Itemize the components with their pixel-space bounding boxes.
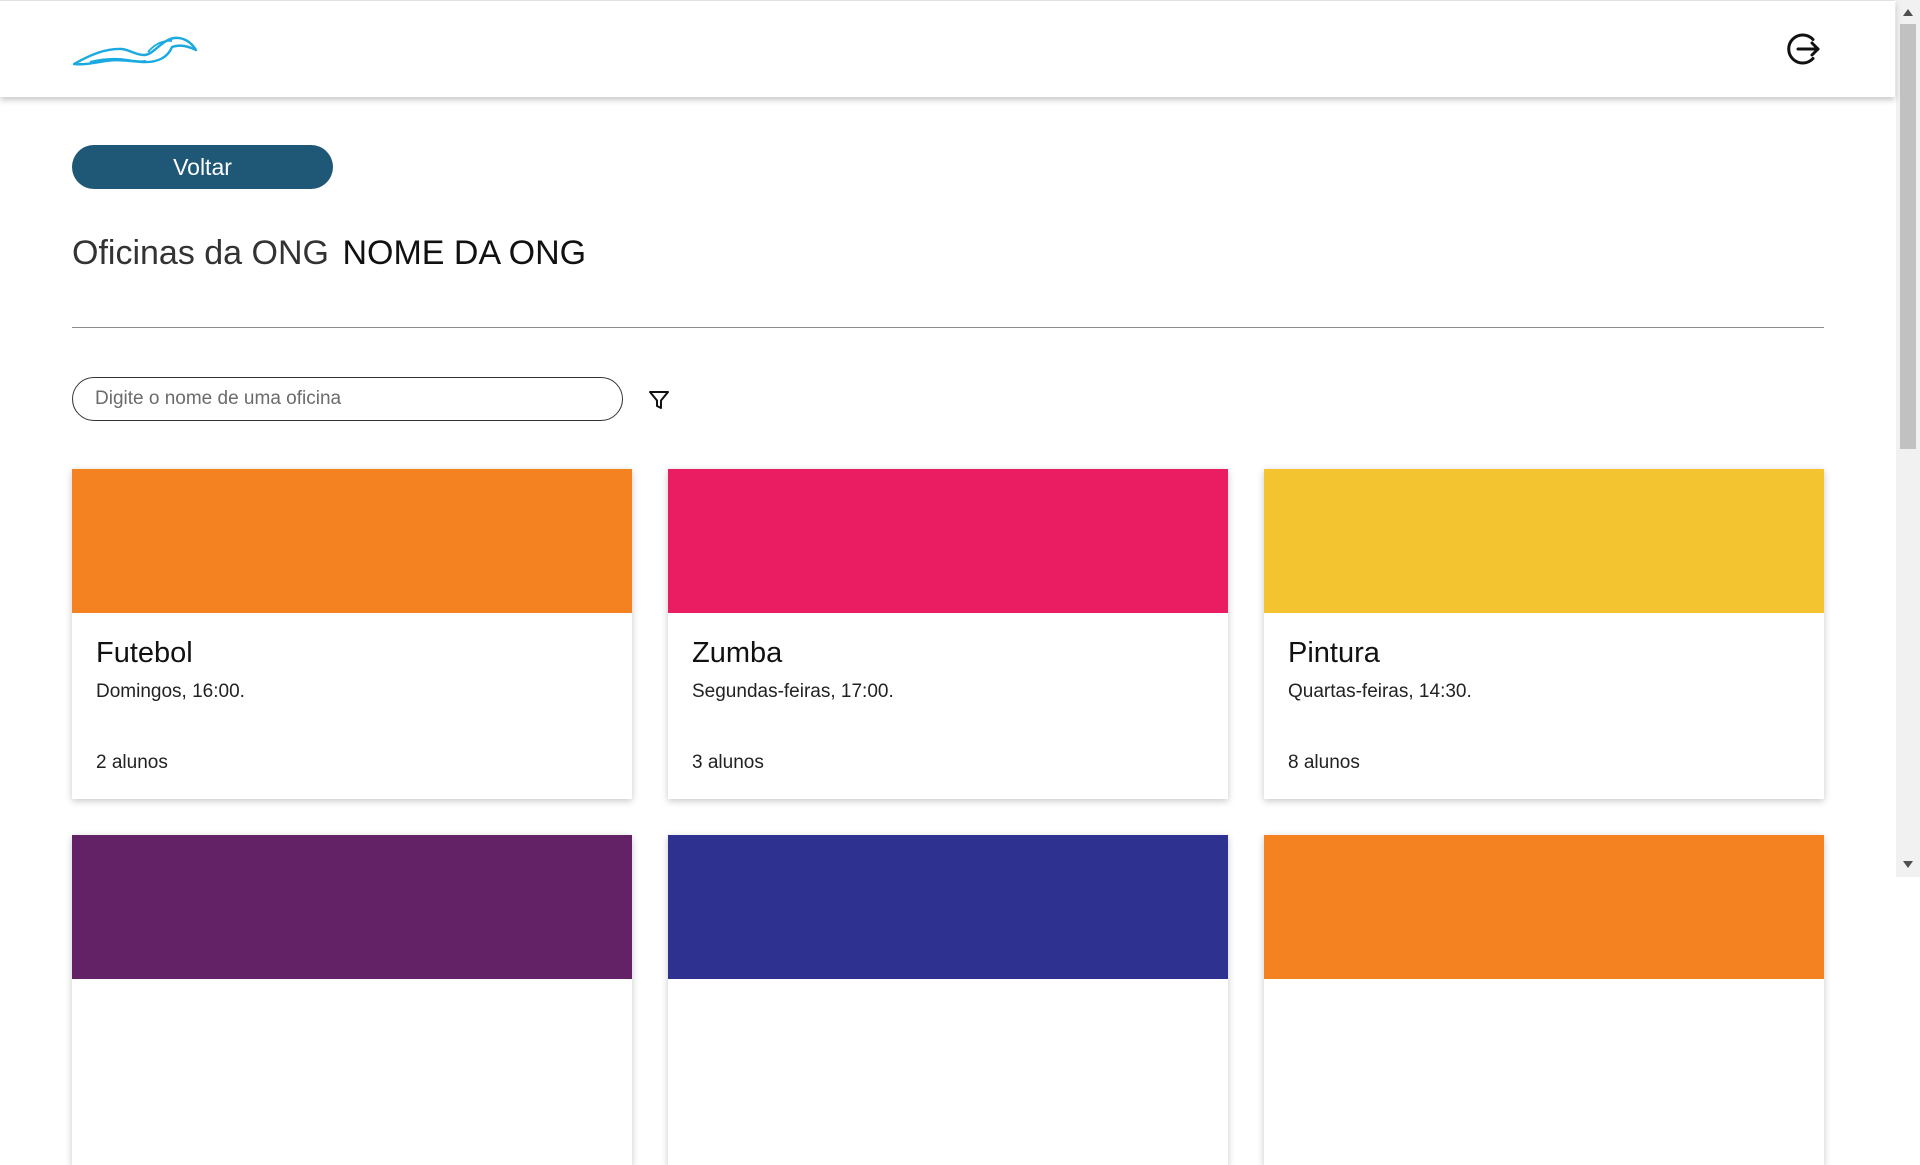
workshop-card[interactable]	[668, 835, 1228, 1165]
scrollbar[interactable]	[1896, 0, 1920, 877]
logout-icon[interactable]	[1785, 30, 1823, 68]
workshop-student-count: 3 alunos	[692, 752, 764, 773]
workshop-schedule: Domingos, 16:00.	[96, 681, 245, 702]
org-name: NOME DA ONG	[342, 234, 587, 272]
workshop-card[interactable]: Futebol Domingos, 16:00. 2 alunos	[72, 469, 632, 799]
workshop-name: Futebol	[96, 637, 193, 669]
scrollbar-thumb[interactable]	[1900, 24, 1916, 449]
workshop-schedule: Segundas-feiras, 17:00.	[692, 681, 894, 702]
divider	[72, 327, 1824, 328]
top-bar	[0, 0, 1895, 97]
workshop-banner	[668, 469, 1228, 613]
back-button[interactable]: Voltar	[72, 145, 333, 189]
workshop-name: Pintura	[1288, 637, 1380, 669]
workshop-card[interactable]	[1264, 835, 1824, 1165]
page-title: Oficinas da ONG NOME DA ONG	[72, 234, 586, 273]
scroll-down-arrow-icon[interactable]	[1896, 857, 1920, 871]
workshop-card[interactable]	[72, 835, 632, 1165]
search-input[interactable]	[72, 377, 623, 421]
workshop-banner	[1264, 835, 1824, 979]
scroll-up-arrow-icon[interactable]	[1896, 6, 1920, 20]
workshop-student-count: 2 alunos	[96, 752, 168, 773]
workshop-student-count: 8 alunos	[1288, 752, 1360, 773]
workshop-banner	[72, 835, 632, 979]
bird-logo-icon[interactable]	[72, 31, 198, 69]
filter-icon[interactable]	[647, 388, 671, 412]
workshop-banner	[1264, 469, 1824, 613]
workshop-card[interactable]: Zumba Segundas-feiras, 17:00. 3 alunos	[668, 469, 1228, 799]
workshop-card[interactable]: Pintura Quartas-feiras, 14:30. 8 alunos	[1264, 469, 1824, 799]
workshop-banner	[72, 469, 632, 613]
page-title-prefix: Oficinas da ONG	[72, 234, 329, 272]
workshop-banner	[668, 835, 1228, 979]
workshop-schedule: Quartas-feiras, 14:30.	[1288, 681, 1472, 702]
workshop-name: Zumba	[692, 637, 783, 669]
